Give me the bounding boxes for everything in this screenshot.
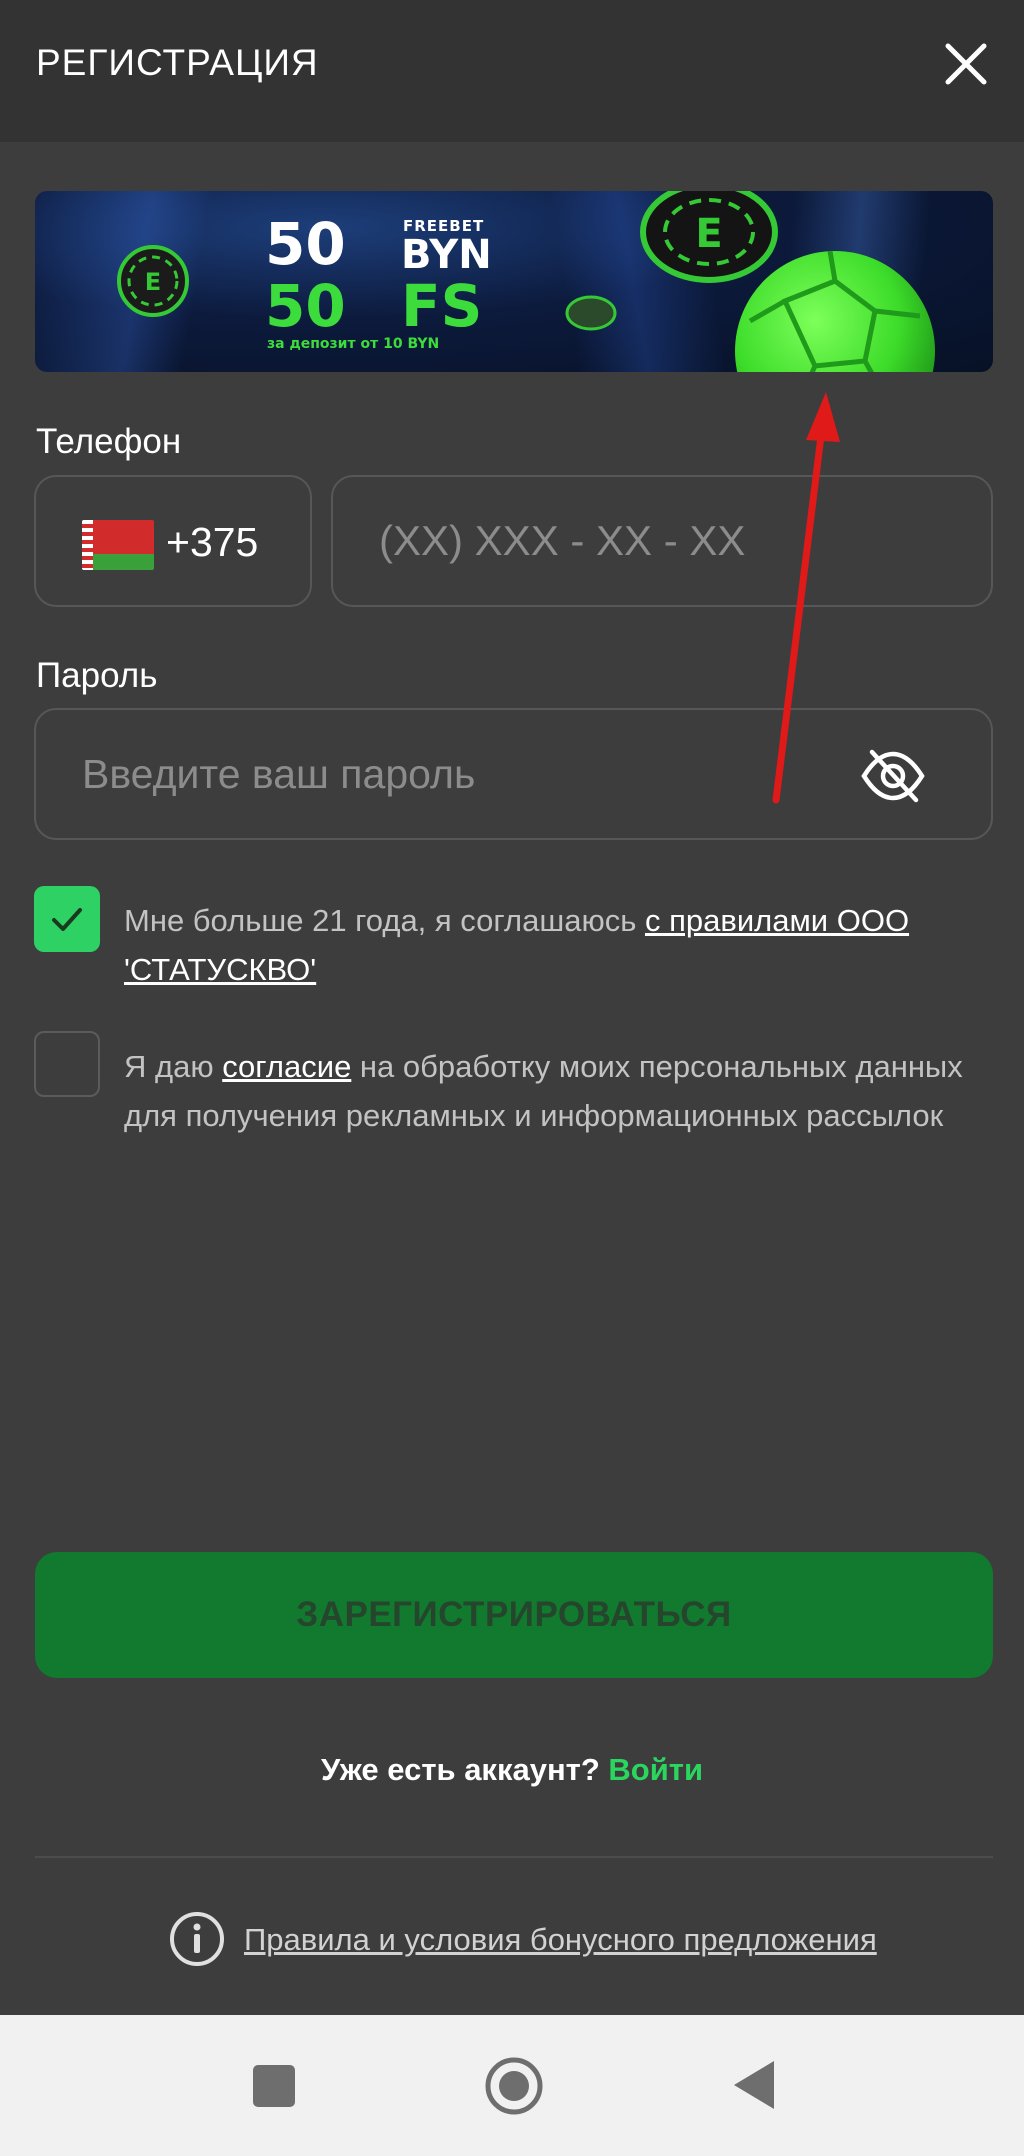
large-chip-logo-letter: E <box>695 211 722 257</box>
age-agreement-text: Мне больше 21 года, я соглашаюсь с прави… <box>124 896 984 994</box>
bonus-rules-link[interactable]: Правила и условия бонусного предложения <box>244 1922 877 1958</box>
country-code: +375 <box>166 519 259 565</box>
banner-amount-2: 50 <box>265 272 346 340</box>
marketing-consent-text: Я даю согласие на обработку моих персона… <box>124 1042 984 1140</box>
register-button[interactable]: ЗАРЕГИСТРИРОВАТЬСЯ <box>35 1552 993 1678</box>
marketing-consent-checkbox[interactable] <box>34 1031 100 1097</box>
poker-chip-icon: E <box>117 245 189 317</box>
registration-screen: РЕГИСТРАЦИЯ E 50 FREEBET BYN 50 FS за де… <box>0 0 1024 2156</box>
phone-label: Телефон <box>36 422 182 461</box>
consent-link[interactable]: согласие <box>222 1049 351 1084</box>
recent-apps-icon[interactable] <box>253 2065 295 2107</box>
close-icon <box>945 43 987 85</box>
banner-subtitle: за депозит от 10 BYN <box>267 336 440 352</box>
chip-logo-letter: E <box>145 268 161 296</box>
eye-off-icon <box>861 749 925 803</box>
age-agreement-label: Мне больше 21 года, я соглашаюсь <box>124 903 645 938</box>
phone-input[interactable] <box>379 511 959 571</box>
age-agreement-checkbox[interactable] <box>34 886 100 952</box>
football-icon <box>735 250 935 372</box>
close-button[interactable] <box>940 38 992 90</box>
divider <box>35 1856 993 1858</box>
header: РЕГИСТРАЦИЯ <box>0 0 1024 142</box>
password-visibility-toggle[interactable] <box>860 746 926 806</box>
password-field-container <box>34 708 993 840</box>
checkmark-icon <box>52 908 82 931</box>
login-link[interactable]: Войти <box>608 1752 703 1787</box>
password-label: Пароль <box>36 656 158 695</box>
info-icon <box>170 1912 224 1966</box>
phone-field-container <box>331 475 993 607</box>
login-prompt: Уже есть аккаунт? Войти <box>0 1752 1024 1788</box>
consent-label-start: Я даю <box>124 1049 223 1084</box>
banner-amount-1: 50 <box>265 210 346 278</box>
country-code-selector[interactable]: +375 <box>34 475 312 607</box>
small-chip-icon <box>565 295 617 331</box>
banner-currency: BYN <box>401 232 492 278</box>
password-input[interactable] <box>82 744 862 804</box>
belarus-flag-icon <box>82 520 154 570</box>
login-prompt-text: Уже есть аккаунт? <box>320 1752 609 1787</box>
home-icon[interactable] <box>483 2055 545 2117</box>
promo-banner[interactable]: E 50 FREEBET BYN 50 FS за депозит от 10 … <box>35 191 993 372</box>
system-navigation-bar <box>0 2015 1024 2156</box>
banner-fs-label: FS <box>401 272 483 340</box>
back-icon[interactable] <box>730 2059 776 2111</box>
page-title: РЕГИСТРАЦИЯ <box>36 42 319 83</box>
